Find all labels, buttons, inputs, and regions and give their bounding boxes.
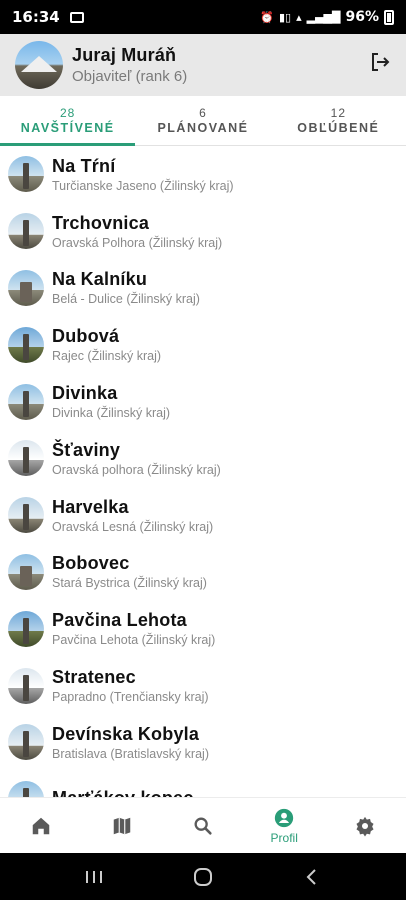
recent-apps-button[interactable] [74,862,114,892]
place-location: Bratislava (Bratislavský kraj) [52,746,209,761]
nav-map[interactable] [81,798,162,853]
system-navigation-bar [0,853,406,900]
signal-icon: ▂▄▆█ [306,10,341,24]
back-button[interactable] [292,862,332,892]
list-item[interactable]: Marťákov kopec [0,771,406,797]
place-location: Divinka (Žilinský kraj) [52,406,171,421]
place-thumbnail [8,213,44,250]
bottom-navigation: Profil [0,797,406,853]
nav-label: Profil [270,830,298,845]
tab-label: NAVŠTÍVENÉ [20,121,115,135]
place-location: Belá - Dulice (Žilinský kraj) [52,292,200,307]
list-item[interactable]: Devínska Kobyla Bratislava (Bratislavský … [0,714,406,771]
place-thumbnail [8,781,44,797]
volte-icon: ▮▯ [279,10,292,24]
home-icon [32,817,49,834]
tab-bar: 28 NAVŠTÍVENÉ 6 PLÁNOVANÉ 12 OBĽÚBENÉ [0,96,406,146]
place-location: Papradno (Trenčiansky kraj) [52,690,209,705]
place-name: Šťaviny [52,439,121,460]
tab-label: PLÁNOVANÉ [157,121,249,135]
avatar[interactable] [15,41,63,89]
place-thumbnail [8,440,44,477]
user-info: Juraj Muráň Objaviteľ (rank 6) [72,45,187,85]
tab-favorites[interactable]: 12 OBĽÚBENÉ [271,96,406,145]
tab-count: 28 [59,106,76,120]
place-name: Trchovnica [52,212,150,233]
place-name: Na Tŕní [52,155,116,176]
place-thumbnail [8,610,44,647]
place-name: Harvelka [52,496,129,517]
list-item[interactable]: Bobovec Stará Bystrica (Žilinský kraj) [0,544,406,601]
list-item[interactable]: Stratenec Papradno (Trenčiansky kraj) [0,657,406,714]
profile-icon [275,808,294,827]
place-location: Oravská polhora (Žilinský kraj) [52,462,221,477]
place-thumbnail [8,724,44,761]
status-time: 16:34 [12,8,60,26]
status-bar: 16:34 ⏰ ▮▯ ▴ ▂▄▆█ 96% [0,0,406,34]
list-item[interactable]: Trchovnica Oravská Polhora (Žilinský kraj… [0,203,406,260]
place-thumbnail [8,269,44,306]
place-location: Oravská Lesná (Žilinský kraj) [52,519,214,534]
list-item[interactable]: Divinka Divinka (Žilinský kraj) [0,373,406,430]
list-item[interactable]: Harvelka Oravská Lesná (Žilinský kraj) [0,487,406,544]
place-name: Pavčina Lehota [52,610,187,631]
home-button[interactable] [183,862,223,892]
place-location: Pavčina Lehota (Žilinský kraj) [52,633,216,648]
recent-apps-icon [86,870,103,883]
back-icon [306,868,316,885]
place-location: Rajec (Žilinský kraj) [52,349,162,364]
place-thumbnail [8,326,44,363]
map-icon [113,817,131,834]
tab-count: 6 [199,106,207,120]
places-list[interactable]: Na Tŕní Turčianske Jaseno (Žilinský kraj)… [0,146,406,797]
place-thumbnail [8,383,44,420]
nav-settings[interactable] [325,798,406,853]
nav-home[interactable] [0,798,81,853]
tab-planned[interactable]: 6 PLÁNOVANÉ [135,96,270,145]
tab-visited[interactable]: 28 NAVŠTÍVENÉ [0,96,136,146]
tab-label: OBĽÚBENÉ [297,121,380,135]
user-name: Juraj Muráň [72,45,177,65]
place-name: Divinka [52,383,118,404]
place-name: Marťákov kopec [52,788,193,797]
list-item[interactable]: Na Kalníku Belá - Dulice (Žilinský kraj) [0,260,406,317]
place-name: Na Kalníku [52,269,148,290]
user-rank: Objaviteľ (rank 6) [72,68,188,85]
place-location: Oravská Polhora (Žilinský kraj) [52,235,223,250]
place-thumbnail [8,667,44,704]
battery-icon [384,9,394,25]
battery-percent: 96% [345,9,379,25]
place-location: Stará Bystrica (Žilinský kraj) [52,576,207,591]
place-location: Turčianske Jaseno (Žilinský kraj) [52,178,234,193]
wifi-icon: ▴ [296,10,302,24]
nav-profile[interactable]: Profil [244,798,325,853]
place-name: Bobovec [52,553,130,574]
profile-header: Juraj Muráň Objaviteľ (rank 6) [0,34,406,96]
place-thumbnail [8,553,44,590]
list-item[interactable]: Dubová Rajec (Žilinský kraj) [0,316,406,373]
nav-search[interactable] [162,798,243,853]
place-thumbnail [8,497,44,534]
gear-icon [356,816,374,836]
place-thumbnail [8,156,44,193]
place-name: Dubová [52,326,120,347]
status-indicators: ⏰ ▮▯ ▴ ▂▄▆█ 96% [260,9,394,25]
search-icon [194,817,212,835]
logout-icon [372,53,390,71]
place-name: Stratenec [52,667,136,688]
alarm-icon: ⏰ [260,10,274,24]
home-circle-icon [193,867,212,886]
gallery-notification-icon [69,11,84,23]
list-item[interactable]: Pavčina Lehota Pavčina Lehota (Žilinský k… [0,600,406,657]
logout-button[interactable] [368,50,394,76]
list-item[interactable]: Šťaviny Oravská polhora (Žilinský kraj) [0,430,406,487]
list-item[interactable]: Na Tŕní Turčianske Jaseno (Žilinský kraj) [0,146,406,203]
tab-count: 12 [330,106,346,120]
place-name: Devínska Kobyla [52,723,200,744]
